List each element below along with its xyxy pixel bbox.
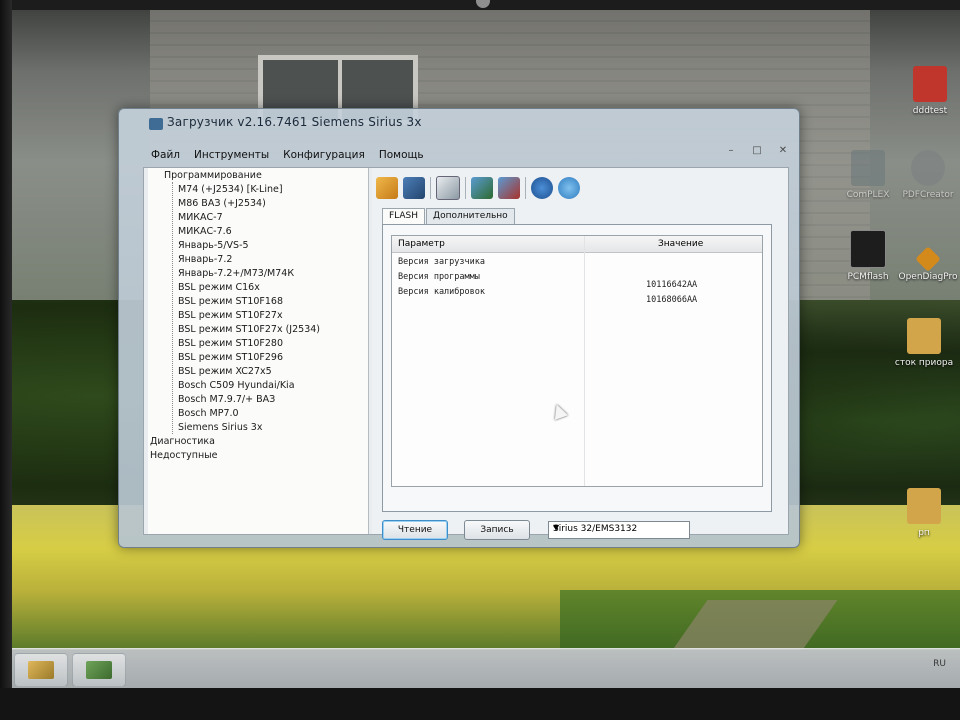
tree-item-selected[interactable]: Siemens Sirius 3x xyxy=(178,422,262,434)
desktop-icon-stock-priora[interactable]: сток приора xyxy=(884,318,960,369)
tree-item[interactable]: BSL режим C16x xyxy=(178,282,260,294)
param-name: Версия загрузчика xyxy=(398,257,485,267)
report-icon[interactable] xyxy=(436,176,460,200)
table-header: Параметр Значение xyxy=(392,236,762,253)
menu-configuration[interactable]: Конфигурация xyxy=(281,149,367,165)
write-button[interactable]: Запись xyxy=(464,520,530,540)
explorer-icon xyxy=(28,661,54,679)
action-bar: Чтение Запись Sirius 32/EMS3132 ▼ xyxy=(382,518,772,542)
laptop-bezel-left xyxy=(0,0,12,720)
tray-language[interactable]: RU xyxy=(933,659,946,669)
maximize-button[interactable]: □ xyxy=(751,145,763,156)
dddtest-icon xyxy=(913,66,947,102)
info-icon[interactable] xyxy=(558,177,580,199)
menu-tools[interactable]: Инструменты xyxy=(192,149,271,165)
menu-bar: Файл Инструменты Конфигурация Помощь xyxy=(149,149,426,165)
save-icon[interactable] xyxy=(403,177,425,199)
title-bar[interactable]: Загрузчик v2.16.7461 Siemens Sirius 3x xyxy=(119,109,799,145)
close-button[interactable]: ✕ xyxy=(777,145,789,156)
tree-root-unavailable[interactable]: Недоступные xyxy=(150,450,218,462)
tab-flash[interactable]: FLASH xyxy=(382,208,426,224)
tab-strip: FLASH Дополнительно xyxy=(382,208,516,224)
write-ecu-icon[interactable] xyxy=(498,177,520,199)
tree-item[interactable]: МИКАС-7.6 xyxy=(178,226,232,238)
help-icon[interactable] xyxy=(531,177,553,199)
complex-icon xyxy=(851,150,885,186)
tree-item[interactable]: МИКАС-7 xyxy=(178,212,223,224)
screen: dddtest ComPLEX PDFCreator PCMflash Open… xyxy=(0,0,960,720)
chevron-down-icon: ▼ xyxy=(553,523,560,532)
loader-app-icon xyxy=(86,661,112,679)
taskbar: RU xyxy=(0,648,960,689)
desktop-icon-dddtest[interactable]: dddtest xyxy=(890,66,960,117)
tree-item[interactable]: M86 ВАЗ (+J2534) xyxy=(178,198,266,210)
client-area: Программирование M74 (+J2534) [K-Line] M… xyxy=(143,167,789,540)
table-row[interactable]: Версия загрузчика xyxy=(392,254,762,269)
tree-item[interactable]: Bosch MP7.0 xyxy=(178,408,239,420)
desktop-icon-rp[interactable]: рп xyxy=(884,488,960,539)
taskbar-button-explorer[interactable] xyxy=(14,653,68,687)
tree-item[interactable]: BSL режим ST10F168 xyxy=(178,296,283,308)
window-title: Загрузчик v2.16.7461 Siemens Sirius 3x xyxy=(167,115,422,129)
desktop-icon-opendiagpro[interactable]: OpenDiagPro xyxy=(888,246,960,283)
main-pane: FLASH Дополнительно Параметр Значение Ве… xyxy=(372,168,788,540)
ecu-type-select[interactable]: Sirius 32/EMS3132 ▼ xyxy=(548,521,690,539)
open-folder-icon[interactable] xyxy=(376,177,398,199)
toolbar-separator xyxy=(465,177,466,199)
toolbar xyxy=(376,174,784,202)
tree-item[interactable]: Январь-5/VS-5 xyxy=(178,240,249,252)
parameters-table: Параметр Значение Версия загрузчика Верс… xyxy=(391,235,763,487)
tree-guide-line xyxy=(172,182,174,434)
folder-icon xyxy=(907,318,941,354)
tree-root-diagnostics[interactable]: Диагностика xyxy=(150,436,215,448)
pdfcreator-icon xyxy=(911,150,945,186)
param-name: Версия программы xyxy=(398,272,480,282)
table-row[interactable]: Версия калибровок 10168066AA xyxy=(392,284,762,305)
minimize-button[interactable]: – xyxy=(725,145,737,156)
tree-item[interactable]: BSL режим ST10F27x xyxy=(178,310,283,322)
toolbar-separator xyxy=(525,177,526,199)
read-ecu-icon[interactable] xyxy=(471,177,493,199)
menu-help[interactable]: Помощь xyxy=(377,149,426,165)
function-tree: Программирование M74 (+J2534) [K-Line] M… xyxy=(148,168,369,534)
caption-buttons: – □ ✕ xyxy=(725,145,789,156)
tree-item[interactable]: Январь-7.2 xyxy=(178,254,232,266)
folder-icon xyxy=(907,488,941,524)
tree-item[interactable]: BSL режим XC27x5 xyxy=(178,366,272,378)
desktop-icon-pdfcreator[interactable]: PDFCreator xyxy=(888,150,960,201)
app-window: Загрузчик v2.16.7461 Siemens Sirius 3x –… xyxy=(118,108,800,548)
menu-file[interactable]: Файл xyxy=(149,149,182,165)
column-header-value[interactable]: Значение xyxy=(658,239,703,249)
tree-item[interactable]: M74 (+J2534) [K-Line] xyxy=(178,184,283,196)
taskbar-button-loader[interactable] xyxy=(72,653,126,687)
tab-content: Параметр Значение Версия загрузчика Верс… xyxy=(382,224,772,512)
read-button[interactable]: Чтение xyxy=(382,520,448,540)
tree-item[interactable]: BSL режим ST10F27x (J2534) xyxy=(178,324,320,336)
laptop-bezel-bottom xyxy=(0,688,960,720)
column-header-parameter[interactable]: Параметр xyxy=(398,239,445,249)
toolbar-separator xyxy=(430,177,431,199)
tree-item[interactable]: Январь-7.2+/M73/M74К xyxy=(178,268,294,280)
app-icon xyxy=(149,118,163,130)
tree-item[interactable]: BSL режим ST10F296 xyxy=(178,352,283,364)
tree-root-programming[interactable]: Программирование xyxy=(164,170,262,182)
pcmflash-icon xyxy=(850,230,886,268)
tree-item[interactable]: Bosch C509 Hyundai/Kia xyxy=(178,380,295,392)
param-name: Версия калибровок xyxy=(398,287,485,297)
tree-item[interactable]: Bosch M7.9.7/+ ВАЗ xyxy=(178,394,275,406)
tab-additional[interactable]: Дополнительно xyxy=(426,208,515,224)
table-row[interactable]: Версия программы 10116642AA xyxy=(392,269,762,290)
opendiagpro-icon xyxy=(915,246,941,272)
param-value: 10168066AA xyxy=(646,295,698,305)
tree-item[interactable]: BSL режим ST10F280 xyxy=(178,338,283,350)
